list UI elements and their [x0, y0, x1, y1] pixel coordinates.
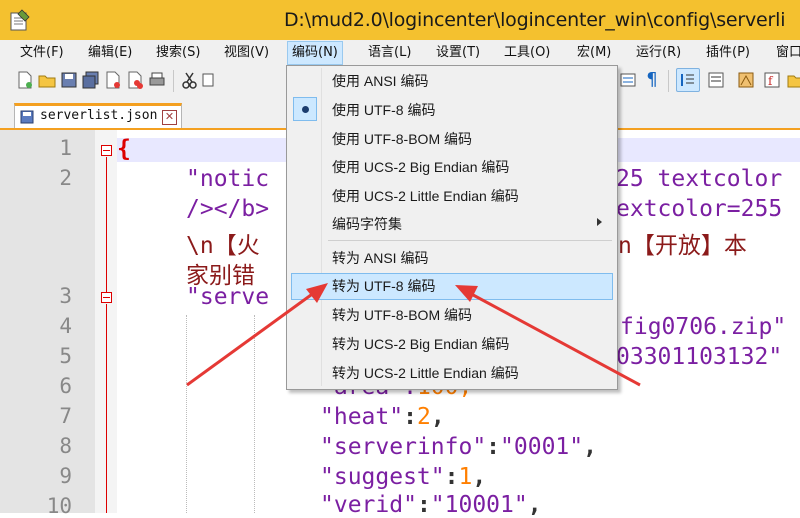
cut-icon[interactable]: [180, 70, 200, 90]
fold-toggle-icon[interactable]: [101, 145, 112, 156]
menu-item-use-utf8[interactable]: 使用 UTF-8 编码: [332, 97, 435, 123]
code-key-serverinfo: "serverinfo": [320, 434, 487, 460]
menu-item-use-ansi[interactable]: 使用 ANSI 编码: [332, 68, 428, 94]
menu-item-convert-ucs2-be[interactable]: 转为 UCS-2 Big Endian 编码: [332, 331, 509, 357]
line-number: 9: [59, 464, 72, 488]
save-all-icon[interactable]: [81, 70, 101, 90]
submenu-arrow-icon: [597, 218, 602, 226]
line-number: 2: [59, 166, 72, 190]
menu-item-convert-utf8-bom[interactable]: 转为 UTF-8-BOM 编码: [332, 302, 472, 328]
code-fragment: extcolor=255: [616, 196, 783, 222]
word-wrap-icon[interactable]: [706, 70, 726, 90]
code-line-1: {: [117, 136, 131, 162]
menu-language[interactable]: 语言(L): [364, 42, 415, 64]
code-key-serverlist: "serve: [186, 284, 270, 310]
line-number: 5: [59, 344, 72, 368]
line-number: 6: [59, 374, 72, 398]
code-key-heat: "heat": [320, 404, 404, 430]
tab-label: serverlist.json: [40, 108, 158, 123]
line-number: 7: [59, 404, 72, 428]
menu-settings[interactable]: 设置(T): [432, 42, 484, 64]
code-colon: :: [403, 404, 417, 430]
line-number: 8: [59, 434, 72, 458]
code-fragment: \n【火: [186, 233, 260, 259]
line-number: 3: [59, 284, 72, 308]
line-number: 1: [59, 136, 72, 160]
tab-close-icon[interactable]: ✕: [162, 110, 177, 125]
code-value: 2: [416, 404, 431, 430]
new-file-icon[interactable]: [15, 70, 35, 90]
menu-window[interactable]: 窗口: [772, 42, 800, 64]
menu-encoding[interactable]: 编码(N): [287, 41, 343, 65]
menu-item-use-ucs2-be[interactable]: 使用 UCS-2 Big Endian 编码: [332, 154, 509, 180]
code-key-suggest: "suggest": [320, 464, 445, 490]
code-fragment: fig0706.zip": [620, 314, 787, 340]
code-fragment: n【开放】本: [618, 233, 747, 259]
menu-item-convert-ansi[interactable]: 转为 ANSI 编码: [332, 245, 428, 271]
code-comma: ,: [430, 404, 445, 430]
menu-item-convert-utf8[interactable]: 转为 UTF-8 编码: [332, 273, 435, 299]
code-value: 1: [458, 464, 473, 490]
toolbar-separator: [173, 70, 174, 92]
menu-item-use-utf8-bom[interactable]: 使用 UTF-8-BOM 编码: [332, 126, 472, 152]
line-number: 10: [46, 494, 72, 518]
menu-file[interactable]: 文件(F): [16, 42, 68, 64]
menu-item-charset-submenu[interactable]: 编码字符集: [332, 211, 402, 237]
doc-list-icon[interactable]: [618, 70, 638, 90]
show-all-chars-icon[interactable]: ¶: [642, 70, 662, 90]
close-icon[interactable]: [103, 70, 123, 90]
saved-file-icon: [20, 110, 34, 124]
code-colon: :: [416, 492, 431, 518]
menu-run[interactable]: 运行(R): [632, 42, 685, 64]
code-comma: ,: [583, 434, 597, 460]
code-comma: ,: [472, 464, 487, 490]
indent-guide: [254, 315, 255, 513]
fold-toggle-icon[interactable]: [101, 292, 112, 303]
fold-line: [106, 157, 107, 292]
menu-view[interactable]: 视图(V): [220, 42, 273, 64]
save-icon[interactable]: [59, 70, 79, 90]
code-key-notice: "notic: [186, 166, 270, 192]
doc-map-icon[interactable]: [736, 70, 756, 90]
menu-divider: [328, 240, 612, 241]
folder-workspace-icon[interactable]: [786, 70, 800, 90]
menu-macro[interactable]: 宏(M): [573, 42, 615, 64]
code-value: "0001": [500, 434, 584, 460]
copy-icon[interactable]: [202, 70, 214, 90]
code-colon: :: [444, 464, 459, 490]
code-comma: ,: [527, 492, 542, 518]
menu-edit[interactable]: 编辑(E): [84, 42, 136, 64]
code-colon: :: [486, 434, 501, 460]
menu-column-separator: [321, 68, 322, 386]
code-key-verid: "verid": [320, 492, 417, 518]
indent-guide-icon[interactable]: [676, 68, 700, 92]
close-all-icon[interactable]: [125, 70, 145, 90]
line-number: 4: [59, 314, 72, 338]
open-file-icon[interactable]: [37, 70, 57, 90]
window-title: D:\mud2.0\logincenter\logincenter_win\co…: [284, 9, 786, 31]
function-list-icon[interactable]: f: [762, 70, 782, 90]
menu-plugins[interactable]: 插件(P): [702, 42, 754, 64]
indent-guide: [186, 315, 187, 513]
code-fragment: 03301103132": [616, 344, 783, 370]
menu-search[interactable]: 搜索(S): [152, 42, 204, 64]
toolbar-separator: [668, 70, 669, 92]
code-fragment: 25 textcolor: [616, 166, 783, 192]
menu-item-convert-ucs2-le[interactable]: 转为 UCS-2 Little Endian 编码: [332, 360, 519, 386]
notepad-app-icon: [10, 9, 30, 31]
fold-line: [106, 304, 107, 513]
code-value: "10001": [430, 492, 528, 518]
menu-tools[interactable]: 工具(O): [500, 42, 554, 64]
code-fragment: /></b>: [186, 196, 270, 222]
print-icon[interactable]: [147, 70, 167, 90]
radio-selected-icon: [302, 106, 309, 113]
menu-item-use-ucs2-le[interactable]: 使用 UCS-2 Little Endian 编码: [332, 183, 519, 209]
